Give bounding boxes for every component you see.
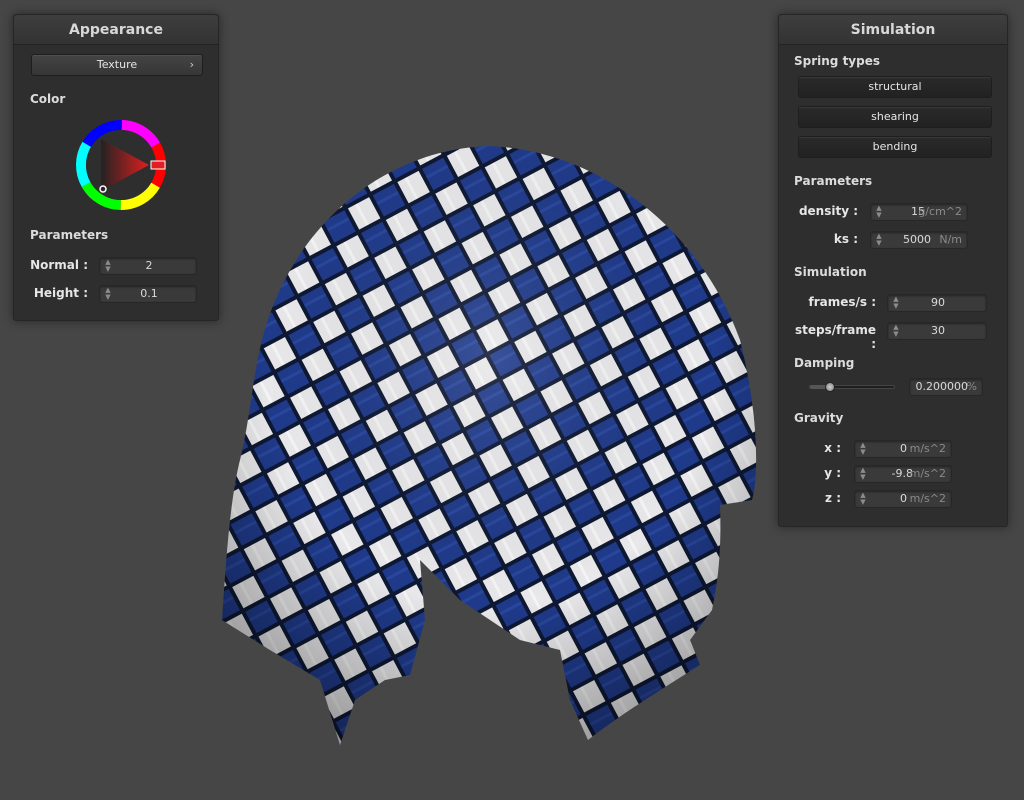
gravity-y-label: y : [824,466,841,480]
gravity-y-value: -9.8 [891,467,913,480]
damping-value: 0.200000 [915,380,969,393]
stepper-icon[interactable]: ▲ ▼ [104,259,112,273]
sim-parameters-label: Parameters [794,174,873,188]
color-wheel[interactable] [73,117,169,213]
height-input[interactable]: ▲ ▼ 0.1 [99,285,197,303]
normal-input[interactable]: ▲ ▼ 2 [99,257,197,275]
texture-button-label: Texture [96,58,138,71]
gravity-z-value: 0 [900,492,907,505]
ks-unit: N/m [939,233,962,246]
density-input[interactable]: ▲ ▼ 15 g/cm^2 [870,203,968,221]
appearance-parameters-label: Parameters [30,228,109,242]
gravity-y-unit: m/s^2 [909,467,946,480]
gravity-z-label: z : [825,491,841,505]
stepper-icon[interactable]: ▲ ▼ [892,324,900,338]
fps-value: 90 [931,296,945,309]
gravity-x-input[interactable]: ▲ ▼ 0 m/s^2 [854,440,952,458]
gravity-x-value: 0 [900,442,907,455]
ks-input[interactable]: ▲ ▼ 5000 N/m [870,231,968,249]
stepper-icon[interactable]: ▲ ▼ [859,467,867,481]
stepper-icon[interactable]: ▲ ▼ [859,442,867,456]
stepper-icon[interactable]: ▲ ▼ [875,205,883,219]
gravity-label: Gravity [794,411,844,425]
steps-label: steps/frame : [794,323,876,351]
appearance-panel-title[interactable]: Appearance [14,15,218,45]
texture-button[interactable]: Texture › [31,54,203,76]
simulation-panel: Simulation Spring types structural shear… [778,14,1008,527]
stepper-icon[interactable]: ▲ ▼ [859,492,867,506]
density-label: density : [798,204,858,218]
steps-input[interactable]: ▲ ▼ 30 [887,322,987,340]
normal-value: 2 [145,259,153,272]
spring-bending-button[interactable]: bending [798,136,992,158]
stepper-icon[interactable]: ▲ ▼ [875,233,883,247]
damping-unit: % [966,380,977,393]
chevron-right-icon: › [189,58,194,71]
density-unit: g/cm^2 [918,205,962,218]
spring-shearing-button[interactable]: shearing [798,106,992,128]
gravity-z-unit: m/s^2 [909,492,946,505]
gravity-x-label: x : [824,441,841,455]
damping-label: Damping [794,356,855,370]
damping-slider-knob[interactable] [825,382,835,392]
gravity-y-input[interactable]: ▲ ▼ -9.8 m/s^2 [854,465,952,483]
normal-label: Normal : [30,258,88,272]
stepper-icon[interactable]: ▲ ▼ [104,287,112,301]
height-value: 0.1 [140,287,158,300]
simulation-section-label: Simulation [794,265,867,279]
height-label: Height : [33,286,88,300]
appearance-panel: Appearance Texture › Color Parameters No… [13,14,219,321]
color-section-label: Color [30,92,66,106]
damping-slider[interactable] [809,382,895,392]
hue-marker[interactable] [150,160,166,170]
steps-value: 30 [931,324,945,337]
stepper-icon[interactable]: ▲ ▼ [892,296,900,310]
fps-input[interactable]: ▲ ▼ 90 [887,294,987,312]
damping-input[interactable]: 0.200000 % [909,378,983,396]
ks-value: 5000 [903,233,931,246]
spring-types-label: Spring types [794,54,881,68]
gravity-x-unit: m/s^2 [909,442,946,455]
cloth-shading [222,146,757,745]
spring-structural-button[interactable]: structural [798,76,992,98]
simulation-panel-title[interactable]: Simulation [779,15,1007,45]
fps-label: frames/s : [808,295,876,309]
ks-label: ks : [833,232,858,246]
gravity-z-input[interactable]: ▲ ▼ 0 m/s^2 [854,490,952,508]
